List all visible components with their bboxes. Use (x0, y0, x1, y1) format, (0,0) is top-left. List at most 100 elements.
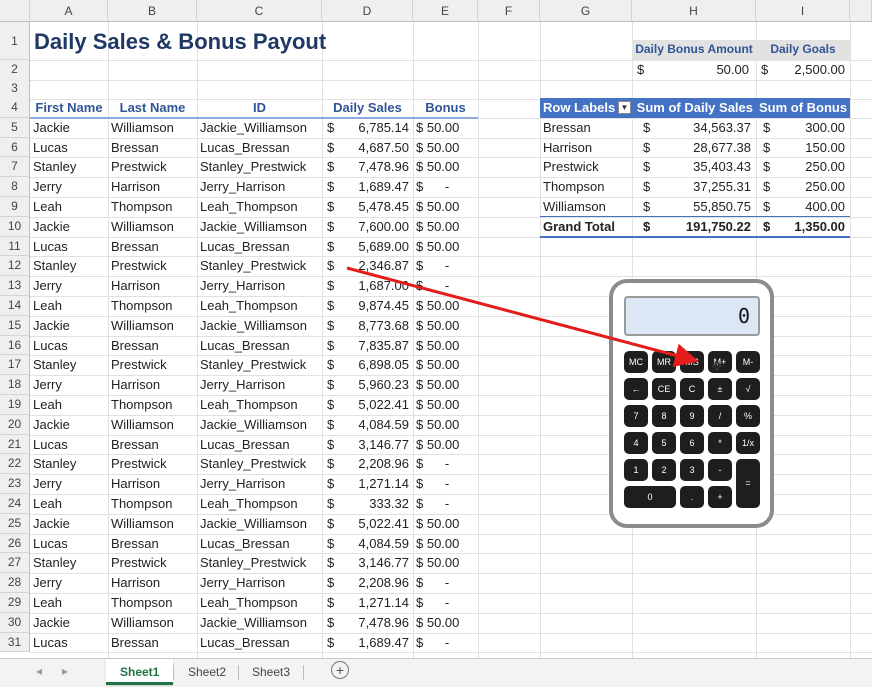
first-name-cell[interactable]: Lucas (30, 534, 108, 553)
id-cell[interactable]: Leah_Thompson (197, 296, 322, 315)
bonus-cell[interactable]: $ - (413, 256, 478, 275)
chevron-left-icon[interactable]: ◂ (36, 664, 42, 678)
bonus-cell[interactable]: $ - (413, 633, 478, 652)
pivot-row-label[interactable]: Thompson (540, 177, 632, 196)
last-name-cell[interactable]: Harrison (108, 573, 197, 592)
pivot-bonus-value[interactable]: 300.00 (778, 118, 848, 137)
row-header[interactable]: 25 (0, 513, 30, 534)
row-header[interactable]: 31 (0, 632, 30, 653)
column-header-b[interactable]: B (108, 0, 197, 22)
last-name-cell[interactable]: Bressan (108, 138, 197, 157)
grand-total-sales-value[interactable]: 191,750.22 (660, 217, 754, 236)
calc-key-plus[interactable]: + (708, 486, 732, 508)
last-name-cell[interactable]: Thompson (108, 494, 197, 513)
bonus-cell[interactable]: $ 50.00 (413, 355, 478, 374)
pivot-sales-currency[interactable]: $ (640, 157, 658, 176)
first-name-cell[interactable]: Leah (30, 395, 108, 414)
first-name-cell[interactable]: Jackie (30, 415, 108, 434)
id-cell[interactable]: Jerry_Harrison (197, 276, 322, 295)
daily-sales-currency[interactable]: $ (324, 296, 342, 315)
bonus-cell[interactable]: $ 50.00 (413, 435, 478, 454)
pivot-bonus-value[interactable]: 250.00 (778, 157, 848, 176)
row-header[interactable]: 17 (0, 355, 30, 376)
row-header[interactable]: 3 (0, 79, 30, 99)
first-name-cell[interactable]: Jerry (30, 474, 108, 493)
pivot-bonus-value[interactable]: 150.00 (778, 138, 848, 157)
tab-sheet2[interactable]: Sheet2 (174, 659, 240, 685)
row-header[interactable]: 27 (0, 553, 30, 574)
last-name-cell[interactable]: Prestwick (108, 157, 197, 176)
daily-sales-value[interactable]: 7,600.00 (342, 217, 412, 236)
daily-sales-value[interactable]: 7,835.87 (342, 336, 412, 355)
first-name-cell[interactable]: Jackie (30, 514, 108, 533)
calc-key-7[interactable]: 7 (624, 405, 648, 427)
calc-key-mc[interactable]: MC (624, 351, 648, 373)
column-header-a[interactable]: A (30, 0, 108, 22)
daily-sales-currency[interactable]: $ (324, 355, 342, 374)
bonus-cell[interactable]: $ 50.00 (413, 415, 478, 434)
calc-key-ms[interactable]: MS (680, 351, 704, 373)
id-cell[interactable]: Stanley_Prestwick (197, 355, 322, 374)
last-name-cell[interactable]: Prestwick (108, 355, 197, 374)
pivot-bonus-value[interactable]: 250.00 (778, 177, 848, 196)
pivot-bonus-currency[interactable]: $ (760, 177, 778, 196)
daily-sales-value[interactable]: 4,084.59 (342, 534, 412, 553)
daily-sales-value[interactable]: 1,271.14 (342, 474, 412, 493)
pivot-row-label[interactable]: Harrison (540, 138, 632, 157)
last-name-cell[interactable]: Harrison (108, 276, 197, 295)
first-name-cell[interactable]: Leah (30, 494, 108, 513)
last-name-cell[interactable]: Thompson (108, 296, 197, 315)
first-name-cell[interactable]: Stanley (30, 454, 108, 473)
pivot-row-label[interactable]: Williamson (540, 197, 632, 216)
daily-sales-currency[interactable]: $ (324, 217, 342, 236)
bonus-cell[interactable]: $ - (413, 276, 478, 295)
row-header[interactable]: 1 (0, 22, 30, 60)
tab-sheet1[interactable]: Sheet1 (106, 659, 174, 685)
last-name-cell[interactable]: Bressan (108, 237, 197, 256)
last-name-cell[interactable]: Williamson (108, 316, 197, 335)
row-header[interactable]: 8 (0, 177, 30, 197)
daily-sales-value[interactable]: 5,022.41 (342, 395, 412, 414)
daily-sales-currency[interactable]: $ (324, 415, 342, 434)
calc-key-minus[interactable]: - (708, 459, 732, 481)
pivot-sales-value[interactable]: 37,255.31 (660, 177, 754, 196)
bonus-cell[interactable]: $ 50.00 (413, 138, 478, 157)
first-name-cell[interactable]: Leah (30, 296, 108, 315)
last-name-cell[interactable]: Williamson (108, 613, 197, 632)
id-cell[interactable]: Jackie_Williamson (197, 316, 322, 335)
last-name-cell[interactable]: Bressan (108, 534, 197, 553)
bonus-cell[interactable]: $ - (413, 454, 478, 473)
id-cell[interactable]: Leah_Thompson (197, 494, 322, 513)
id-cell[interactable]: Jackie_Williamson (197, 217, 322, 236)
bonus-amount-currency[interactable]: $ (634, 60, 654, 79)
row-header[interactable]: 14 (0, 296, 30, 316)
row-header[interactable]: 9 (0, 197, 30, 217)
bonus-cell[interactable]: $ 50.00 (413, 534, 478, 553)
calc-key-backspace[interactable]: ← (624, 378, 648, 400)
last-name-cell[interactable]: Harrison (108, 177, 197, 196)
row-header[interactable]: 7 (0, 157, 30, 178)
pivot-sales-currency[interactable]: $ (640, 118, 658, 137)
bonus-cell[interactable]: $ 50.00 (413, 316, 478, 335)
id-cell[interactable]: Jackie_Williamson (197, 613, 322, 632)
id-cell[interactable]: Jerry_Harrison (197, 573, 322, 592)
last-name-cell[interactable]: Harrison (108, 375, 197, 394)
daily-sales-currency[interactable]: $ (324, 157, 342, 176)
calc-key-percent[interactable]: % (736, 405, 760, 427)
row-header[interactable]: 29 (0, 593, 30, 613)
last-name-cell[interactable]: Prestwick (108, 256, 197, 275)
id-cell[interactable]: Leah_Thompson (197, 395, 322, 414)
id-cell[interactable]: Stanley_Prestwick (197, 157, 322, 176)
last-name-cell[interactable]: Thompson (108, 593, 197, 612)
daily-sales-value[interactable]: 3,146.77 (342, 553, 412, 572)
daily-sales-value[interactable]: 333.32 (342, 494, 412, 513)
first-name-cell[interactable]: Jackie (30, 613, 108, 632)
daily-sales-value[interactable]: 1,271.14 (342, 593, 412, 612)
daily-sales-value[interactable]: 1,689.47 (342, 177, 412, 196)
calc-key-sqrt[interactable]: √ (736, 378, 760, 400)
row-header[interactable]: 11 (0, 236, 30, 257)
bonus-cell[interactable]: $ - (413, 177, 478, 196)
last-name-cell[interactable]: Harrison (108, 474, 197, 493)
id-cell[interactable]: Stanley_Prestwick (197, 256, 322, 275)
pivot-bonus-currency[interactable]: $ (760, 157, 778, 176)
